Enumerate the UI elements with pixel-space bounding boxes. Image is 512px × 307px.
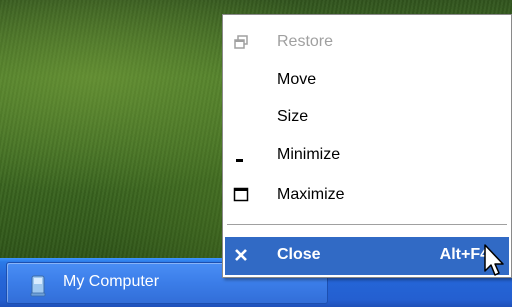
- minimize-icon: [233, 147, 249, 163]
- menu-separator: [227, 224, 507, 226]
- window-system-menu: Restore Move Size Minimize Maximize Clos…: [222, 14, 512, 278]
- close-icon: [233, 247, 249, 263]
- menu-item-restore[interactable]: Restore: [225, 24, 509, 62]
- menu-item-label: Maximize: [277, 186, 345, 203]
- menu-item-label: Size: [277, 108, 309, 125]
- menu-item-shortcut: Alt+F4: [439, 246, 489, 263]
- menu-item-move[interactable]: Move: [225, 62, 509, 100]
- taskbar-button-label: My Computer: [63, 273, 160, 290]
- maximize-icon: [233, 187, 249, 203]
- menu-item-label: Minimize: [277, 146, 341, 163]
- menu-item-label: Move: [277, 71, 317, 88]
- restore-icon: [233, 34, 249, 50]
- mouse-pointer-icon: [484, 244, 508, 280]
- menu-item-label: Close: [277, 246, 321, 263]
- menu-item-close[interactable]: Close Alt+F4: [225, 237, 509, 275]
- menu-item-minimize[interactable]: Minimize: [225, 137, 509, 175]
- menu-item-maximize[interactable]: Maximize: [225, 177, 509, 215]
- menu-item-label: Restore: [277, 33, 334, 50]
- my-computer-icon: [29, 275, 47, 297]
- menu-item-size[interactable]: Size: [225, 99, 509, 137]
